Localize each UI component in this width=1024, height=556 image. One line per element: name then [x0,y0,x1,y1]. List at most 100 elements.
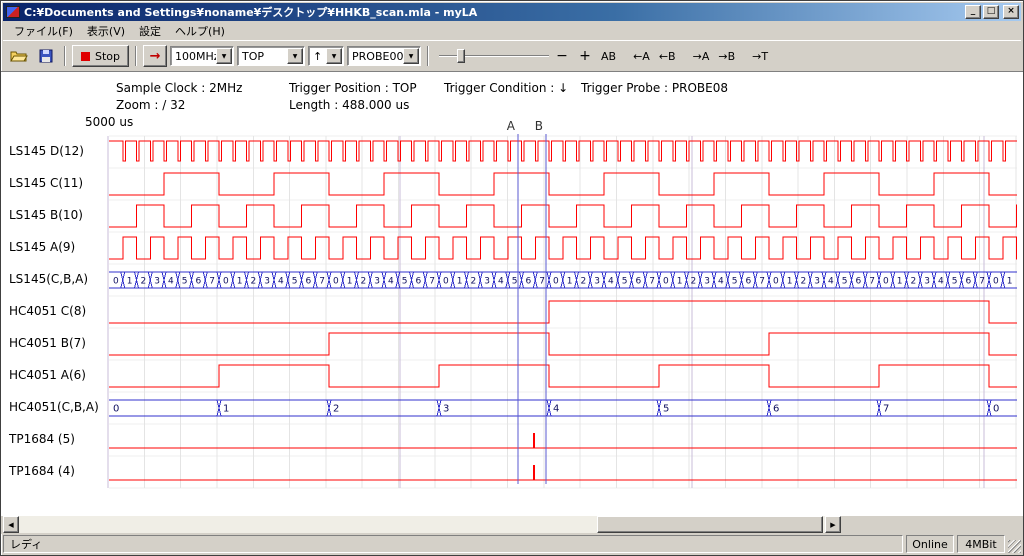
bus-value: 2 [361,277,367,287]
maximize-button[interactable]: □ [983,5,999,19]
resize-grip[interactable] [1008,540,1021,553]
close-button[interactable]: × [1003,5,1019,19]
menu-help[interactable]: ヘルプ(H) [168,21,232,41]
bus-value: 5 [182,277,188,287]
horizontal-scrollbar[interactable]: ◀ ▶ [3,516,841,533]
scrollbar-row: ◀ ▶ [1,516,1023,534]
floppy-disk-icon [39,49,53,63]
wave-square [109,237,1017,259]
channel-label[interactable]: HC4051 A(6) [9,368,109,384]
bus-value: 1 [567,277,573,287]
channel-label[interactable]: HC4051 C(8) [9,304,109,320]
bus-value: 3 [924,277,930,287]
trigger-position-combo[interactable]: TOP ▼ [237,46,305,66]
bus-value: 1 [457,277,463,287]
bus-value: 2 [691,277,697,287]
chevron-down-icon[interactable]: ▼ [326,48,342,64]
chevron-down-icon[interactable]: ▼ [403,48,419,64]
zoom-slider-track[interactable] [439,55,549,57]
bus-value: 3 [484,277,490,287]
channel-label[interactable]: LS145 D(12) [9,144,109,160]
goto-cursor-b-button[interactable]: ←B [656,45,679,67]
scrollbar-thumb[interactable] [597,516,823,533]
bus-value: 6 [416,277,422,287]
wave-square [109,365,1017,387]
menubar: ファイル(F) 表示(V) 設定 ヘルプ(H) [3,21,1021,40]
app-icon [6,6,20,18]
scroll-left-button[interactable]: ◀ [3,516,19,533]
bus-value: 4 [388,277,394,287]
bus-value: 4 [828,277,834,287]
zoom-slider[interactable] [439,46,549,66]
bus-value: 6 [306,277,312,287]
bus-value: 6 [526,277,532,287]
ab-span-button[interactable]: AB [598,45,619,67]
titlebar[interactable]: C:¥Documents and Settings¥noname¥デスクトップ¥… [3,3,1021,21]
stop-label: Stop [95,50,120,63]
trigger-position-value: TOP [242,50,264,63]
channel-label[interactable]: LS145 C(11) [9,176,109,192]
status-memory: 4MBit [957,535,1005,553]
save-button[interactable] [34,45,58,67]
bus-value: 6 [773,404,779,415]
trigger-probe-info: Trigger Probe : PROBE08 [581,81,728,95]
channel-label[interactable]: HC4051 B(7) [9,336,109,352]
zoom-in-button[interactable]: + [575,45,595,67]
menu-file[interactable]: ファイル(F) [7,21,80,41]
channel-label[interactable]: LS145(C,B,A) [9,272,109,288]
bus-value: 3 [704,277,710,287]
bus-value: 0 [773,277,779,287]
sample-clock-value: 100MHz [175,50,220,63]
goto-trigger-button[interactable]: →T [749,45,771,67]
trigger-position-info: Trigger Position : TOP [289,81,417,95]
zoom-info: Zoom : / 32 [116,98,185,112]
bus-value: 5 [402,277,408,287]
bus-value: 1 [897,277,903,287]
menu-settings[interactable]: 設定 [132,21,168,41]
bus-value: 4 [498,277,504,287]
waveform-area: 0123456701234567012345670123456701234567… [1,71,1023,516]
channel-label[interactable]: HC4051(C,B,A) [9,400,109,416]
set-cursor-a-button[interactable]: →A [690,45,713,67]
bus-value: 2 [141,277,147,287]
trigger-probe-combo[interactable]: PROBE00 ▼ [347,46,421,66]
bus-value: 7 [539,277,545,287]
set-cursor-b-button[interactable]: →B [715,45,738,67]
toolbar-separator [427,46,429,66]
bus-value: 6 [966,277,972,287]
bus-value: 6 [746,277,752,287]
bus-value: 0 [993,277,999,287]
channel-label[interactable]: LS145 A(9) [9,240,109,256]
open-file-button[interactable] [7,45,31,67]
bus-value: 6 [196,277,202,287]
chevron-down-icon[interactable]: ▼ [287,48,303,64]
bus-value: 7 [883,404,889,415]
menu-view[interactable]: 表示(V) [80,21,132,41]
bus-value: 5 [512,277,518,287]
sample-clock-combo[interactable]: 100MHz ▼ [170,46,234,66]
status-online: Online [906,535,954,553]
sample-clock-info: Sample Clock : 2MHz [116,81,242,95]
goto-cursor-a-button[interactable]: ←A [630,45,653,67]
zoom-slider-thumb[interactable] [457,49,465,63]
bus-value: 1 [223,404,229,415]
stop-button[interactable]: Stop [72,45,129,67]
bus-value: 4 [278,277,284,287]
channel-label[interactable]: TP1684 (4) [9,464,109,480]
chevron-down-icon[interactable]: ▼ [216,48,232,64]
minimize-button[interactable]: _ [965,5,981,19]
zoom-out-button[interactable]: − [552,45,572,67]
waveform-canvas[interactable]: 0123456701234567012345670123456701234567… [1,72,1024,517]
wave-square [109,333,1017,355]
run-button[interactable]: → [143,45,167,67]
bus-value: 1 [677,277,683,287]
trigger-edge-combo[interactable]: ↑ ▼ [308,46,344,66]
bus-value: 1 [787,277,793,287]
bus-value: 1 [1007,277,1013,287]
channel-label[interactable]: TP1684 (5) [9,432,109,448]
channel-label[interactable]: LS145 B(10) [9,208,109,224]
toolbar-separator [135,46,137,66]
bus-value: 5 [842,277,848,287]
bus-value: 5 [292,277,298,287]
scroll-right-button[interactable]: ▶ [825,516,841,533]
